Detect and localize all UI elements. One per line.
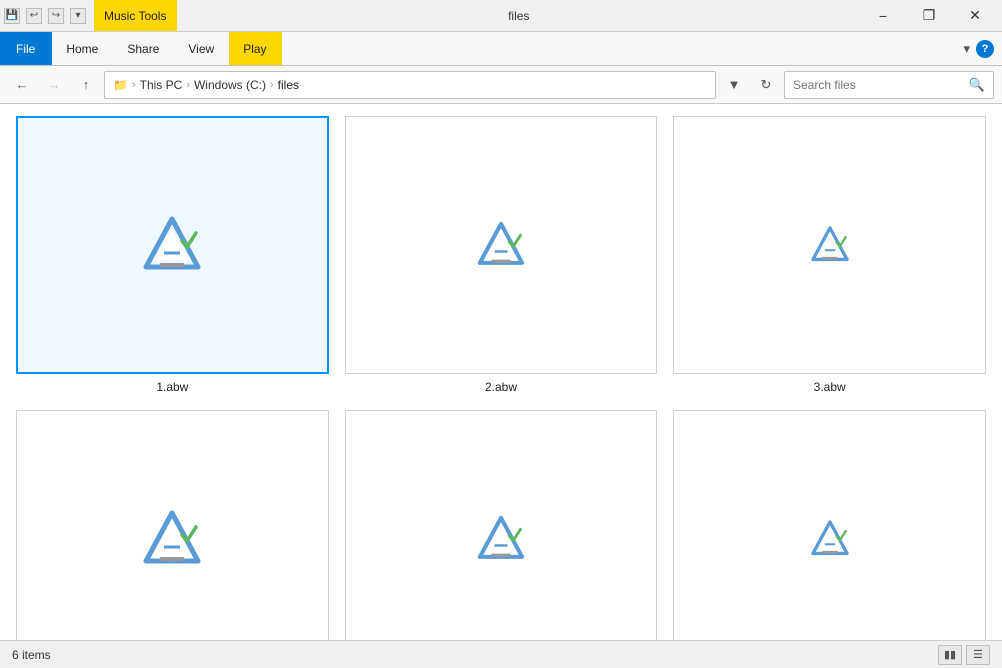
tab-home[interactable]: Home xyxy=(52,32,113,65)
item-count: 6 items xyxy=(12,648,51,662)
tab-view[interactable]: View xyxy=(174,32,229,65)
file-content: 1.abw 2.abw xyxy=(0,104,1002,640)
close-button[interactable]: ✕ xyxy=(952,0,998,32)
file-item[interactable]: 4.abw xyxy=(16,410,329,640)
breadcrumb-thispc[interactable]: This PC xyxy=(140,78,183,92)
title-bar: 💾 ↩ ↪ ▾ Music Tools files − ❐ ✕ xyxy=(0,0,1002,32)
file-item[interactable]: 1.abw xyxy=(16,116,329,394)
tab-file[interactable]: File xyxy=(0,32,52,65)
search-icon[interactable]: 🔍 xyxy=(969,77,985,93)
tab-play[interactable]: Play xyxy=(229,32,281,65)
quick-save-icon[interactable]: 💾 xyxy=(4,8,20,24)
refresh-button[interactable]: ↻ xyxy=(752,71,780,99)
forward-button[interactable]: → xyxy=(40,71,68,99)
file-item[interactable]: 2.abw xyxy=(345,116,658,394)
abw-file-icon xyxy=(475,219,527,271)
file-thumbnail xyxy=(673,410,986,640)
tab-share[interactable]: Share xyxy=(113,32,174,65)
file-thumbnail xyxy=(16,116,329,374)
context-tab-music-tools[interactable]: Music Tools xyxy=(94,0,177,31)
abw-file-icon xyxy=(140,507,204,571)
file-name: 2.abw xyxy=(485,380,517,394)
details-view-button[interactable]: ☰ xyxy=(966,645,990,665)
file-thumbnail xyxy=(16,410,329,640)
file-grid: 1.abw 2.abw xyxy=(16,116,986,640)
minimize-button[interactable]: − xyxy=(860,0,906,32)
restore-button[interactable]: ❐ xyxy=(906,0,952,32)
title-bar-quick-access: 💾 ↩ ↪ ▾ xyxy=(4,8,86,24)
back-button[interactable]: ← xyxy=(8,71,36,99)
window-controls: − ❐ ✕ xyxy=(860,0,998,32)
abw-file-icon xyxy=(475,513,527,565)
ribbon-help-icon[interactable]: ? xyxy=(976,40,994,58)
file-thumbnail xyxy=(345,410,658,640)
abw-file-icon xyxy=(140,213,204,277)
breadcrumb-drive[interactable]: Windows (C:) xyxy=(194,78,266,92)
status-bar: 6 items ▮▮ ☰ xyxy=(0,640,1002,668)
quick-down-icon[interactable]: ▾ xyxy=(70,8,86,24)
abw-file-icon xyxy=(809,518,851,560)
window-title: files xyxy=(177,9,860,23)
file-item[interactable]: 6.abw xyxy=(673,410,986,640)
file-item[interactable]: 5.abw xyxy=(345,410,658,640)
search-input[interactable] xyxy=(793,78,969,92)
ribbon: File Home Share View Play ▾ ? xyxy=(0,32,1002,66)
address-bar: ← → ↑ 📁 › This PC › Windows (C:) › files… xyxy=(0,66,1002,104)
quick-redo-icon[interactable]: ↪ xyxy=(48,8,64,24)
large-icons-view-button[interactable]: ▮▮ xyxy=(938,645,962,665)
file-item[interactable]: 3.abw xyxy=(673,116,986,394)
file-thumbnail xyxy=(673,116,986,374)
dropdown-button[interactable]: ▼ xyxy=(720,71,748,99)
breadcrumb-home-icon: 📁 xyxy=(113,78,128,92)
ribbon-collapse-icon[interactable]: ▾ xyxy=(963,41,970,57)
up-button[interactable]: ↑ xyxy=(72,71,100,99)
search-box[interactable]: 🔍 xyxy=(784,71,994,99)
file-name: 1.abw xyxy=(156,380,188,394)
file-thumbnail xyxy=(345,116,658,374)
quick-undo-icon[interactable]: ↩ xyxy=(26,8,42,24)
file-name: 3.abw xyxy=(814,380,846,394)
address-path[interactable]: 📁 › This PC › Windows (C:) › files xyxy=(104,71,716,99)
abw-file-icon xyxy=(809,224,851,266)
view-toggle: ▮▮ ☰ xyxy=(938,645,990,665)
breadcrumb-current[interactable]: files xyxy=(278,78,299,92)
